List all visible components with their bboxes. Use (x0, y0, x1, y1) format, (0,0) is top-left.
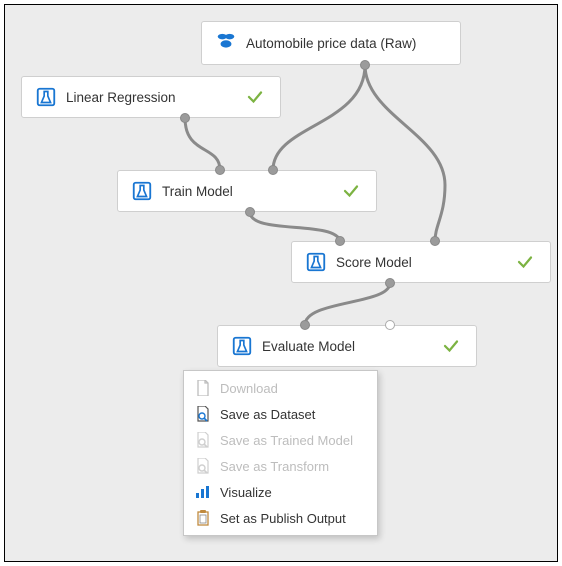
menu-item-download: Download (184, 375, 377, 401)
output-port[interactable] (245, 207, 255, 217)
check-icon (342, 182, 362, 200)
chart-icon (194, 484, 212, 500)
node-label: Train Model (154, 184, 342, 199)
menu-label: Visualize (220, 485, 272, 500)
menu-label: Save as Dataset (220, 407, 315, 422)
node-label: Evaluate Model (254, 339, 442, 354)
clipboard-icon (194, 510, 212, 526)
document-icon (194, 380, 212, 396)
check-icon (516, 253, 536, 271)
experiment-icon (34, 86, 58, 108)
context-menu: Download Save as Dataset Save as Trained… (183, 370, 378, 536)
node-label: Automobile price data (Raw) (238, 36, 446, 51)
output-port[interactable] (360, 60, 370, 70)
experiment-icon (304, 251, 328, 273)
node-train-model[interactable]: Train Model (117, 170, 377, 212)
input-port[interactable] (215, 165, 225, 175)
menu-label: Set as Publish Output (220, 511, 346, 526)
document-search-icon (194, 406, 212, 422)
input-port-open[interactable] (385, 320, 395, 330)
check-icon (442, 337, 462, 355)
document-search-icon (194, 432, 212, 448)
menu-item-save-trained: Save as Trained Model (184, 427, 377, 453)
menu-label: Save as Transform (220, 459, 329, 474)
input-port[interactable] (335, 236, 345, 246)
experiment-icon (230, 335, 254, 357)
menu-label: Save as Trained Model (220, 433, 353, 448)
output-port[interactable] (180, 113, 190, 123)
menu-item-save-dataset[interactable]: Save as Dataset (184, 401, 377, 427)
input-port[interactable] (300, 320, 310, 330)
menu-label: Download (220, 381, 278, 396)
node-label: Score Model (328, 255, 516, 270)
input-port[interactable] (430, 236, 440, 246)
menu-item-visualize[interactable]: Visualize (184, 479, 377, 505)
output-port[interactable] (385, 278, 395, 288)
workflow-canvas[interactable]: Automobile price data (Raw) Linear Regre… (4, 4, 558, 562)
node-score-model[interactable]: Score Model (291, 241, 551, 283)
database-icon (214, 32, 238, 54)
check-icon (246, 88, 266, 106)
node-evaluate-model[interactable]: Evaluate Model (217, 325, 477, 367)
node-label: Linear Regression (58, 90, 246, 105)
menu-item-publish[interactable]: Set as Publish Output (184, 505, 377, 531)
node-automobile-data[interactable]: Automobile price data (Raw) (201, 21, 461, 65)
experiment-icon (130, 180, 154, 202)
node-linear-regression[interactable]: Linear Regression (21, 76, 281, 118)
menu-item-save-transform: Save as Transform (184, 453, 377, 479)
input-port[interactable] (268, 165, 278, 175)
document-search-icon (194, 458, 212, 474)
